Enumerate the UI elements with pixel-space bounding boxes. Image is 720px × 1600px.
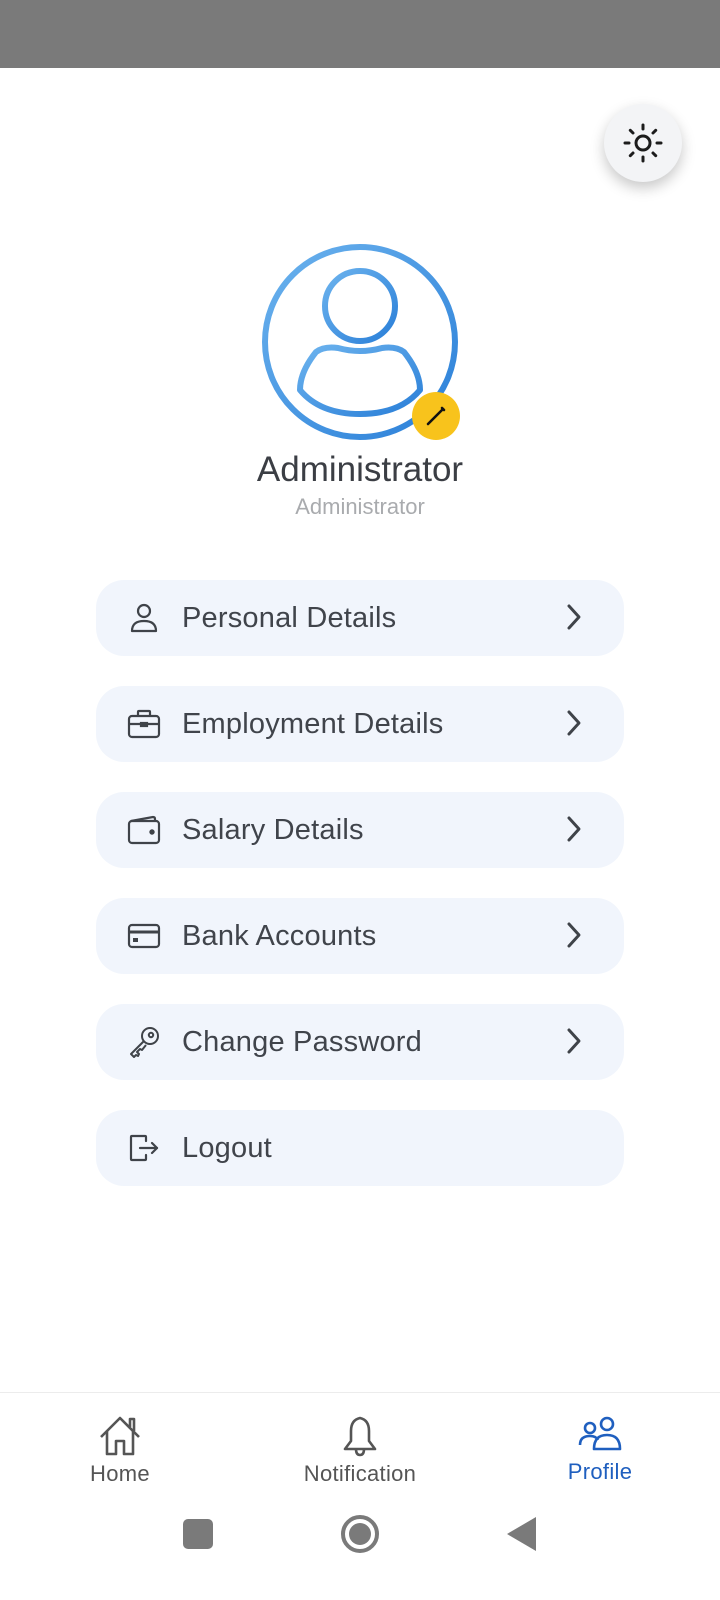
menu-item-label: Employment Details [182,707,444,740]
user-icon [126,600,162,636]
status-bar [0,0,720,68]
sun-icon [623,123,663,163]
menu-item-salary-details[interactable]: Salary Details [96,792,624,868]
theme-toggle-button[interactable] [604,104,682,182]
key-icon [126,1024,162,1060]
menu-item-bank-accounts[interactable]: Bank Accounts [96,898,624,974]
briefcase-icon [126,706,162,742]
bottom-navigation: Home Notification Profile [0,1392,720,1510]
profile-menu: Personal Details Employment Details Sala… [96,580,624,1216]
nav-tab-notification[interactable]: Notification [260,1415,460,1487]
system-navigation-bar [0,1510,720,1600]
menu-item-change-password[interactable]: Change Password [96,1004,624,1080]
menu-item-label: Change Password [182,1025,422,1058]
menu-item-personal-details[interactable]: Personal Details [96,580,624,656]
pencil-icon [426,406,446,426]
chevron-right-icon [567,816,581,842]
nav-label: Profile [567,1459,633,1484]
profile-name: Administrator [256,450,464,489]
edit-avatar-button[interactable] [412,392,460,440]
menu-item-label: Bank Accounts [182,919,377,952]
menu-item-label: Logout [182,1131,272,1164]
bell-icon [343,1416,377,1457]
users-icon [578,1416,622,1451]
recents-button[interactable] [183,1519,213,1549]
credit-card-icon [126,918,162,954]
chevron-right-icon [567,1028,581,1054]
home-button[interactable] [341,1515,379,1553]
home-icon [100,1416,140,1456]
chevron-right-icon [567,604,581,630]
nav-tab-profile[interactable]: Profile [500,1415,700,1485]
back-button[interactable] [507,1517,536,1551]
nav-tab-home[interactable]: Home [20,1415,220,1487]
wallet-icon [126,812,162,848]
menu-item-label: Salary Details [182,813,364,846]
chevron-right-icon [567,922,581,948]
menu-item-logout[interactable]: Logout [96,1110,624,1186]
menu-item-employment-details[interactable]: Employment Details [96,686,624,762]
chevron-right-icon [567,710,581,736]
logout-icon [126,1130,162,1166]
profile-role: Administrator [295,494,425,519]
nav-label: Notification [303,1461,417,1486]
avatar[interactable] [260,242,460,442]
nav-label: Home [90,1461,150,1486]
menu-item-label: Personal Details [182,601,397,634]
